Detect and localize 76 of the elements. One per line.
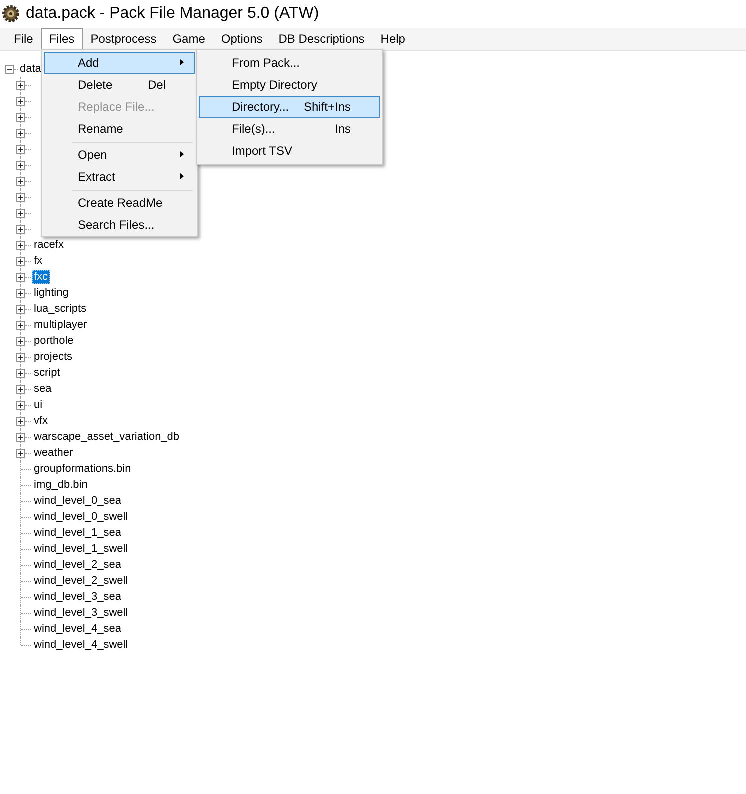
tree-item[interactable]: data bbox=[18, 62, 44, 76]
expand-icon[interactable] bbox=[16, 368, 25, 378]
menu-bar-item[interactable]: Help bbox=[372, 28, 414, 50]
menu-item[interactable]: Extract bbox=[44, 166, 195, 188]
tree-item[interactable]: wind_level_0_sea bbox=[32, 494, 124, 508]
expand-icon[interactable] bbox=[16, 256, 25, 266]
expand-icon[interactable] bbox=[16, 432, 25, 442]
submenu-arrow-icon bbox=[180, 59, 184, 66]
tree-item[interactable]: multiplayer bbox=[32, 318, 90, 332]
expand-icon[interactable] bbox=[16, 208, 25, 218]
menu-item[interactable]: Rename bbox=[44, 118, 195, 140]
menu-bar-item[interactable]: DB Descriptions bbox=[270, 28, 373, 50]
tree-item[interactable]: wind_level_4_sea bbox=[32, 622, 124, 636]
menu-item[interactable]: Empty Directory bbox=[199, 74, 380, 96]
menu-item[interactable]: Create ReadMe bbox=[44, 192, 195, 214]
expand-icon[interactable] bbox=[16, 176, 25, 186]
tree-item[interactable]: wind_level_2_swell bbox=[32, 574, 130, 588]
menu-item[interactable]: Open bbox=[44, 144, 195, 166]
expand-icon[interactable] bbox=[16, 320, 25, 330]
expand-icon[interactable] bbox=[16, 240, 25, 250]
menu-item[interactable]: Add bbox=[44, 52, 195, 74]
expand-icon[interactable] bbox=[16, 80, 25, 90]
tree-item[interactable]: ui bbox=[32, 398, 45, 412]
expand-icon[interactable] bbox=[16, 272, 25, 282]
tree-item[interactable]: fxc bbox=[32, 270, 50, 284]
tree-item[interactable]: wind_level_3_swell bbox=[32, 606, 130, 620]
tree-item[interactable]: wind_level_3_sea bbox=[32, 590, 124, 604]
menu-bar-item[interactable]: Postprocess bbox=[82, 28, 165, 50]
menu-item[interactable]: File(s)... Ins bbox=[199, 118, 380, 140]
submenu-arrow-icon bbox=[180, 151, 184, 158]
tree-item[interactable]: wind_level_2_sea bbox=[32, 558, 124, 572]
expand-icon[interactable] bbox=[16, 416, 25, 426]
menu-item[interactable]: Delete Del bbox=[44, 74, 195, 96]
tree-item[interactable]: groupformations.bin bbox=[32, 462, 134, 476]
expand-icon[interactable] bbox=[16, 384, 25, 394]
menu-bar-item[interactable]: Options bbox=[213, 28, 271, 50]
menu-item[interactable]: Directory... Shift+Ins bbox=[199, 96, 380, 118]
tree-item[interactable]: porthole bbox=[32, 334, 76, 348]
expand-icon[interactable] bbox=[16, 160, 25, 170]
expand-icon[interactable] bbox=[16, 128, 25, 138]
tree-item[interactable]: wind_level_1_swell bbox=[32, 542, 130, 556]
menu-item[interactable]: From Pack... bbox=[199, 52, 380, 74]
tree-item[interactable]: projects bbox=[32, 350, 75, 364]
collapse-icon[interactable] bbox=[5, 64, 14, 74]
expand-icon[interactable] bbox=[16, 224, 25, 234]
expand-icon[interactable] bbox=[16, 448, 25, 458]
expand-icon[interactable] bbox=[16, 288, 25, 298]
submenu-arrow-icon bbox=[180, 173, 184, 180]
tree-item[interactable]: script bbox=[32, 366, 62, 380]
tree-item[interactable]: fx bbox=[32, 254, 45, 268]
expand-icon[interactable] bbox=[16, 400, 25, 410]
expand-icon[interactable] bbox=[16, 352, 25, 362]
tree-item[interactable]: wind_level_1_sea bbox=[32, 526, 124, 540]
menu-bar-item[interactable]: Game bbox=[164, 28, 214, 50]
tree-item[interactable]: lighting bbox=[32, 286, 71, 300]
menu-bar-item[interactable]: Files bbox=[41, 28, 83, 50]
expand-icon[interactable] bbox=[16, 112, 25, 122]
tree-item[interactable]: racefx bbox=[32, 238, 66, 252]
window-title: data.pack - Pack File Manager 5.0 (ATW) bbox=[26, 5, 320, 23]
expand-icon[interactable] bbox=[16, 304, 25, 314]
tree-item[interactable]: img_db.bin bbox=[32, 478, 90, 492]
tree-item[interactable]: warscape_asset_variation_db bbox=[32, 430, 182, 444]
gear-icon bbox=[1, 4, 21, 24]
menu-item[interactable]: Import TSV bbox=[199, 140, 380, 162]
expand-icon[interactable] bbox=[16, 192, 25, 202]
tree-item[interactable]: sea bbox=[32, 382, 54, 396]
tree-item[interactable]: weather bbox=[32, 446, 76, 460]
tree-item[interactable]: wind_level_0_swell bbox=[32, 510, 130, 524]
menu-bar-item[interactable]: File bbox=[6, 28, 42, 50]
expand-icon[interactable] bbox=[16, 96, 25, 106]
tree-item[interactable]: vfx bbox=[32, 414, 50, 428]
tree-item[interactable]: wind_level_4_swell bbox=[32, 638, 130, 652]
menu-item[interactable]: Search Files... bbox=[44, 214, 195, 236]
tree-item[interactable]: lua_scripts bbox=[32, 302, 89, 316]
expand-icon[interactable] bbox=[16, 144, 25, 154]
expand-icon[interactable] bbox=[16, 336, 25, 346]
